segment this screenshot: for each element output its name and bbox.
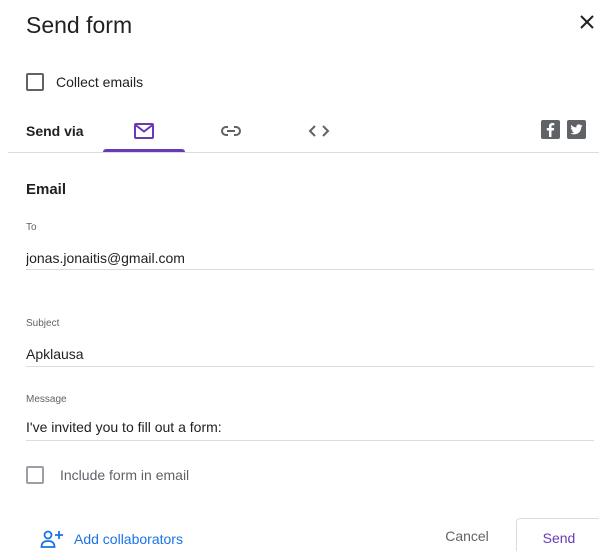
tab-embed[interactable]	[278, 110, 360, 152]
code-embed-icon	[308, 125, 330, 137]
add-collaborators-button[interactable]: Add collaborators	[40, 529, 183, 549]
message-label: Message	[26, 394, 67, 405]
subject-field[interactable]	[26, 342, 594, 366]
send-via-label: Send via	[26, 123, 84, 139]
include-form-checkbox[interactable]	[26, 466, 44, 484]
twitter-icon	[570, 124, 583, 135]
tab-email[interactable]	[103, 110, 185, 152]
collect-emails-checkbox[interactable]	[26, 73, 44, 91]
send-via-tabs: Send via	[0, 110, 599, 154]
tabs-divider	[8, 152, 599, 153]
send-form-dialog: Send form Collect emails Send via Email …	[0, 0, 599, 551]
include-form-row: Include form in email	[26, 466, 189, 484]
facebook-icon	[546, 123, 555, 137]
message-field[interactable]	[26, 415, 594, 439]
cancel-button[interactable]: Cancel	[430, 518, 504, 551]
close-icon	[580, 15, 594, 29]
tab-link[interactable]	[190, 110, 272, 152]
collect-emails-row: Collect emails	[26, 73, 143, 91]
add-collaborators-label: Add collaborators	[74, 531, 183, 547]
subject-label: Subject	[26, 318, 60, 329]
email-section-title: Email	[26, 181, 67, 198]
collect-emails-label: Collect emails	[56, 74, 144, 90]
to-field[interactable]	[26, 246, 594, 270]
close-button[interactable]	[576, 11, 598, 33]
to-field-underline	[26, 269, 594, 270]
add-person-icon	[40, 530, 63, 548]
to-label: To	[26, 222, 37, 233]
share-facebook-button[interactable]	[541, 120, 560, 139]
subject-field-underline	[26, 366, 594, 367]
share-twitter-button[interactable]	[567, 120, 586, 139]
mail-icon	[134, 123, 154, 139]
message-field-underline	[26, 440, 594, 441]
include-form-label: Include form in email	[60, 467, 190, 483]
link-icon	[221, 126, 241, 136]
send-button[interactable]: Send	[516, 518, 599, 551]
dialog-title: Send form	[26, 12, 133, 38]
